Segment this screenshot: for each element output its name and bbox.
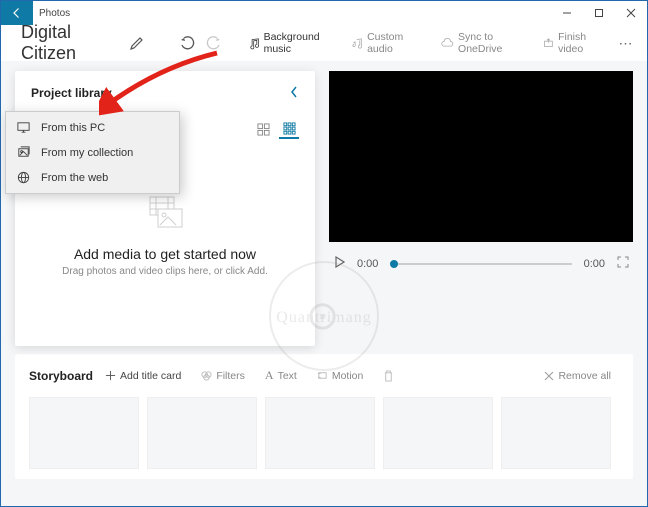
undo-icon [179, 35, 195, 51]
project-name: Digital Citizen [21, 22, 114, 64]
seek-slider[interactable] [390, 263, 571, 265]
time-total: 0:00 [584, 258, 605, 270]
grid-2x2-icon [257, 123, 270, 136]
collection-icon [16, 145, 31, 160]
filters-button[interactable]: Filters [193, 366, 253, 386]
library-title: Project library [31, 86, 112, 100]
rename-button[interactable] [126, 30, 148, 56]
app-toolbar: Digital Citizen Background music Custom … [1, 25, 647, 61]
bg-music-button[interactable]: Background music [243, 27, 343, 59]
motion-button[interactable]: Motion [309, 366, 372, 386]
storyboard-slot[interactable] [147, 397, 257, 469]
motion-icon [317, 370, 328, 381]
player-controls: 0:00 0:00 [329, 242, 633, 285]
pencil-icon [129, 35, 145, 51]
sync-onedrive-button[interactable]: Sync to OneDrive [435, 27, 533, 59]
view-small-grid-button[interactable] [279, 119, 299, 139]
add-dropdown-menu: From this PC From my collection From the… [5, 111, 180, 194]
maximize-button[interactable] [583, 1, 615, 25]
close-icon [544, 371, 554, 381]
trash-icon [383, 370, 394, 382]
chevron-left-icon [289, 86, 299, 98]
storyboard-slot[interactable] [383, 397, 493, 469]
text-button[interactable]: A Text [257, 364, 305, 387]
add-from-pc-item[interactable]: From this PC [6, 115, 179, 140]
add-title-card-button[interactable]: Add title card [97, 366, 189, 386]
play-icon [333, 256, 345, 268]
delete-button[interactable] [375, 366, 402, 386]
time-current: 0:00 [357, 258, 378, 270]
video-preview[interactable] [329, 71, 633, 242]
arrow-left-icon [11, 7, 23, 19]
media-placeholder-icon [142, 195, 188, 231]
empty-subtext: Drag photos and video clips here, or cli… [31, 266, 299, 277]
library-empty-state: Add media to get started now Drag photos… [31, 195, 299, 277]
storyboard-clips [29, 397, 619, 469]
grid-3x3-icon [283, 122, 296, 135]
storyboard-title: Storyboard [29, 369, 93, 383]
remove-all-button[interactable]: Remove all [536, 366, 619, 386]
redo-icon [206, 35, 222, 51]
audio-icon [352, 37, 363, 50]
filters-icon [201, 370, 212, 381]
add-from-collection-item[interactable]: From my collection [6, 140, 179, 165]
cloud-icon [441, 37, 454, 49]
redo-button[interactable] [203, 30, 225, 56]
fullscreen-button[interactable] [617, 256, 629, 271]
view-large-grid-button[interactable] [253, 119, 273, 139]
collapse-library-button[interactable] [289, 85, 299, 101]
empty-heading: Add media to get started now [31, 246, 299, 262]
more-button[interactable]: ⋯ [615, 30, 637, 56]
window-title: Photos [33, 8, 551, 19]
globe-icon [16, 170, 31, 185]
storyboard-slot[interactable] [29, 397, 139, 469]
storyboard-panel: Storyboard Add title card Filters A Text… [15, 354, 633, 479]
minimize-button[interactable] [551, 1, 583, 25]
play-button[interactable] [333, 256, 345, 271]
preview-panel: 0:00 0:00 [329, 71, 633, 346]
custom-audio-button[interactable]: Custom audio [346, 27, 427, 59]
export-icon [543, 37, 554, 50]
storyboard-slot[interactable] [501, 397, 611, 469]
plus-icon [105, 370, 116, 381]
monitor-icon [16, 120, 31, 135]
fullscreen-icon [617, 256, 629, 268]
undo-button[interactable] [176, 30, 198, 56]
add-from-web-item[interactable]: From the web [6, 165, 179, 190]
music-icon [249, 37, 260, 50]
finish-video-button[interactable]: Finish video [537, 27, 611, 59]
storyboard-slot[interactable] [265, 397, 375, 469]
close-button[interactable] [615, 1, 647, 25]
text-icon: A [265, 368, 274, 383]
